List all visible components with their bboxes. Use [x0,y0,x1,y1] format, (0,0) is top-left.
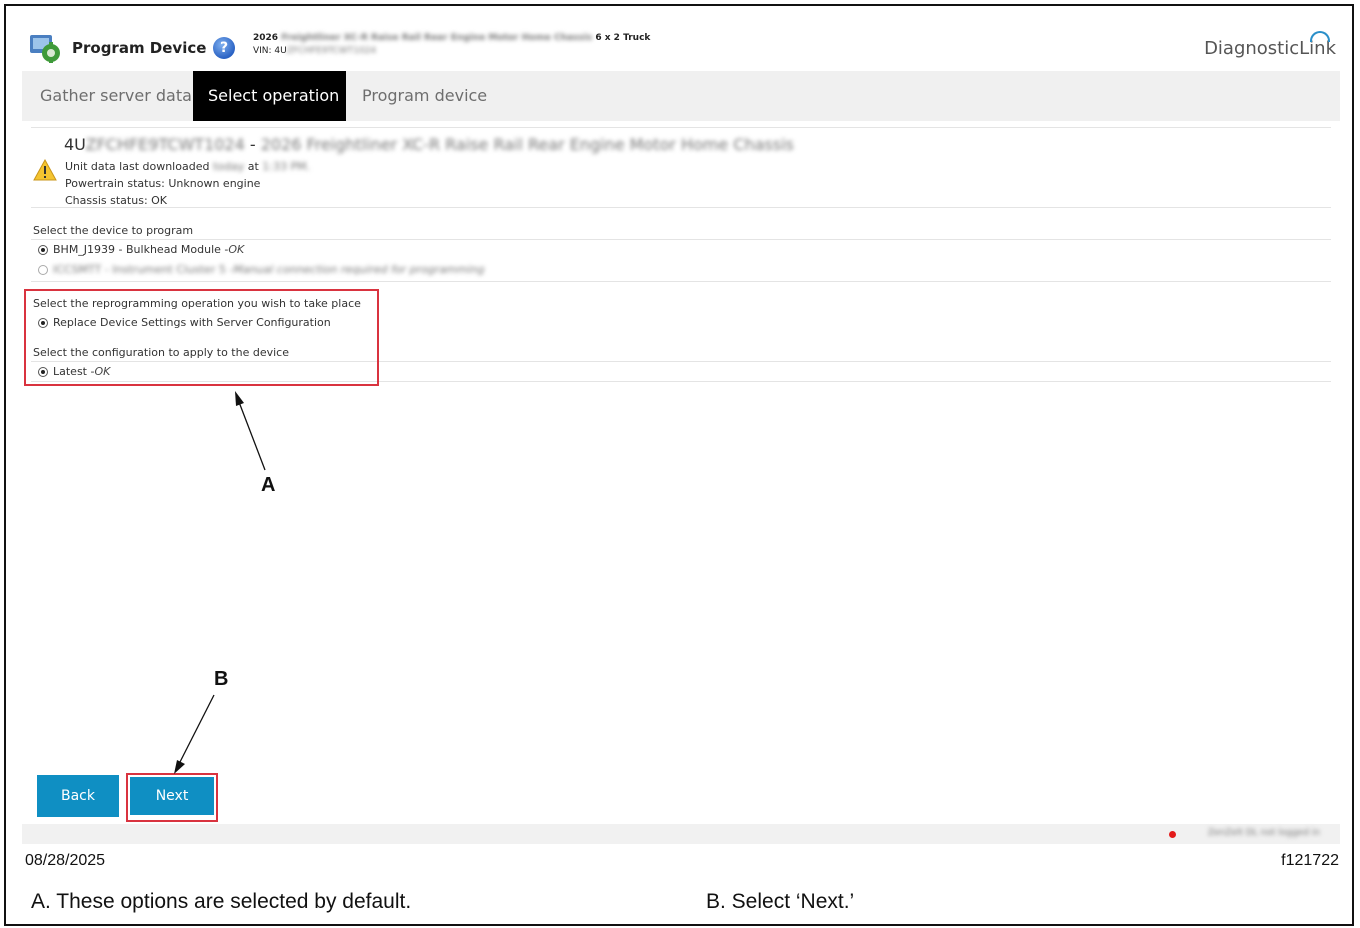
vehicle-title: 2026 Freightliner XC-R Raise Rail Rear E… [253,33,650,43]
back-button[interactable]: Back [37,775,119,817]
unit-header: 4UZFCHFE9TCWT1024 - 2026 Freightliner XC… [64,135,794,154]
radio-selected-icon[interactable] [38,244,48,255]
tab-select-operation[interactable]: Select operation [193,71,346,121]
divider [31,127,1331,128]
divider [31,239,1331,240]
download-label: Unit data last downloaded [65,160,210,173]
unit-vin-rest: ZFCHFE9TCWT1024 [85,135,245,154]
program-device-icon [30,35,60,63]
tab-gather-server-data[interactable]: Gather server data [24,71,208,121]
help-icon[interactable]: ? [213,37,235,59]
login-status: ZenZelt DL not logged in [1207,828,1320,838]
callout-b-label: B [214,668,229,690]
app-title: Program Device [72,39,207,57]
document-date: 08/28/2025 [25,852,106,869]
download-at: at [247,160,259,173]
figure-id: f121722 [1281,852,1339,869]
divider [31,207,1331,208]
next-button[interactable]: Next [130,777,214,815]
unit-vin-prefix: 4U [64,135,86,154]
divider [31,281,1331,282]
diagnosticlink-logo: DiagnosticLink [1204,31,1336,59]
warning-icon [33,159,57,181]
app-header: Program Device ? 2026 Freightliner XC-R … [22,18,1340,70]
status-dot-icon [1169,831,1176,838]
device-option-status: OK [228,243,245,256]
logo-arc-icon [1310,31,1330,42]
vehicle-vin: VIN: 4UZFCHFE9TCWT1024 [253,46,650,56]
tab-program-device[interactable]: Program device [346,71,503,121]
unit-status-block: Unit data last downloaded today at 1:33 … [65,158,310,209]
caption-a: A. These options are selected by default… [31,890,412,913]
status-bar: ZenZelt DL not logged in [22,824,1340,844]
device-option-name: BHM_J1939 - Bulkhead Module - [53,243,229,256]
unit-description: 2026 Freightliner XC-R Raise Rail Rear E… [260,135,794,154]
device-option-bhm[interactable]: BHM_J1939 - Bulkhead Module - OK [38,243,244,256]
vehicle-model: Freightliner XC-R Raise Rail Rear Engine… [281,33,593,43]
device-option-iccsmtt[interactable]: ICCSMTT - Instrument Cluster 5 - Manual … [38,263,485,276]
device-option-status: Manual connection required for programmi… [233,263,485,276]
device-option-name: ICCSMTT - Instrument Cluster 5 - [53,263,234,276]
device-section-label: Select the device to program [33,224,194,237]
download-time: 1:33 PM. [262,160,311,173]
tab-bar: Gather server data Select operation Prog… [22,71,1340,121]
vin-rest: ZFCHFE9TCWT1024 [286,46,377,56]
radio-unselected-icon[interactable] [38,264,48,275]
download-day: today [212,160,245,173]
vehicle-year: 2026 [253,33,279,43]
vehicle-summary: 2026 Freightliner XC-R Raise Rail Rear E… [253,33,650,56]
program-device-window: Program Device ? 2026 Freightliner XC-R … [22,18,1340,844]
callout-a-label: A [261,474,276,496]
vehicle-config: 6 x 2 Truck [595,33,651,43]
caption-b: B. Select ‘Next.’ [706,890,855,913]
vin-prefix: VIN: 4U [253,46,287,56]
unit-separator: - [244,135,261,154]
download-status: Unit data last downloaded today at 1:33 … [65,158,310,175]
powertrain-status: Powertrain status: Unknown engine [65,177,261,190]
callout-a-highlight-box [24,289,379,386]
